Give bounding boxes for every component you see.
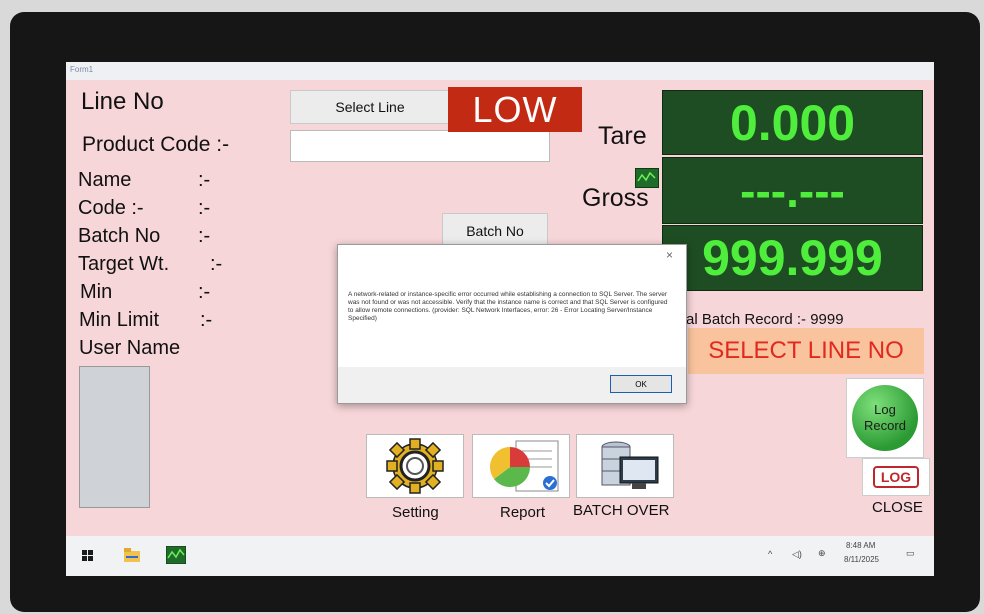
dialog-close-icon[interactable]: × [666,248,673,262]
title-bar: Form1 [66,62,934,80]
file-explorer-icon[interactable] [124,548,140,562]
log-out-icon: LOG [872,466,920,488]
report-chart-icon [490,440,559,492]
batch-over-label: BATCH OVER [573,502,670,519]
tare-display: 0.000 [662,90,923,155]
code-separator: :- [198,197,211,219]
log-record-icon: Log Record [852,385,918,451]
line-no-label: Line No [81,88,164,115]
network-icon[interactable]: ⊕ [818,548,826,559]
min-limit-separator: :- [200,309,213,331]
gear-icon [386,438,444,494]
min-limit-label: Min Limit [79,309,160,331]
target-wt-label: Target Wt. [78,253,170,275]
weighing-app-icon[interactable] [166,546,186,564]
tare-label: Tare [598,122,647,150]
volume-icon[interactable]: ◁) [792,549,802,560]
product-code-input[interactable] [290,130,550,162]
min-label: Min [80,281,113,303]
batch-record-label: al Batch Record :- 9999 [686,311,844,328]
notification-icon[interactable]: ▭ [906,548,915,559]
user-name-label: User Name [79,337,181,359]
setting-label: Setting [392,504,439,521]
batch-no-label: Batch No [78,225,161,247]
low-status-indicator: LOW [448,87,582,132]
tray-chevron-icon[interactable]: ^ [768,549,772,559]
code-label: Code :- [78,197,144,219]
user-photo [79,366,150,508]
window-title: Form1 [70,65,94,74]
clock-date[interactable]: 8/11/2025 [844,555,879,564]
select-line-button[interactable]: Select Line [290,90,450,124]
close-label: CLOSE [872,499,923,516]
error-dialog: × A network-related or instance-specific… [337,244,687,404]
close-button[interactable]: LOG [862,458,930,496]
report-label: Report [500,504,546,521]
product-code-label: Product Code :- [82,133,230,156]
target-wt-separator: :- [210,253,223,275]
log-record-button[interactable]: Log Record [846,378,924,458]
batch-no-separator: :- [198,225,211,247]
gross-display: ---.--- [662,157,923,224]
batch-over-button[interactable] [576,434,674,498]
setting-button[interactable] [366,434,464,498]
log-record-label: Log Record [864,402,906,433]
app-window: Form1 Line No Product Code :- Name :- Co… [66,62,934,576]
clock-time[interactable]: 8:48 AM [846,541,875,550]
name-separator: :- [198,169,211,191]
taskbar: ^ ◁) ⊕ 8:48 AM 8/11/2025 ▭ [66,536,934,576]
select-line-no-status: SELECT LINE NO [688,328,924,374]
gross-label: Gross [582,184,649,212]
windows-start-icon[interactable] [82,550,94,562]
min-separator: :- [198,281,211,303]
database-monitor-icon [601,441,659,489]
dialog-ok-button[interactable]: OK [610,375,672,393]
dialog-message: A network-related or instance-specific e… [348,291,668,322]
report-button[interactable] [472,434,570,498]
weight-display: 999.999 [662,225,923,291]
name-label: Name [78,169,132,191]
